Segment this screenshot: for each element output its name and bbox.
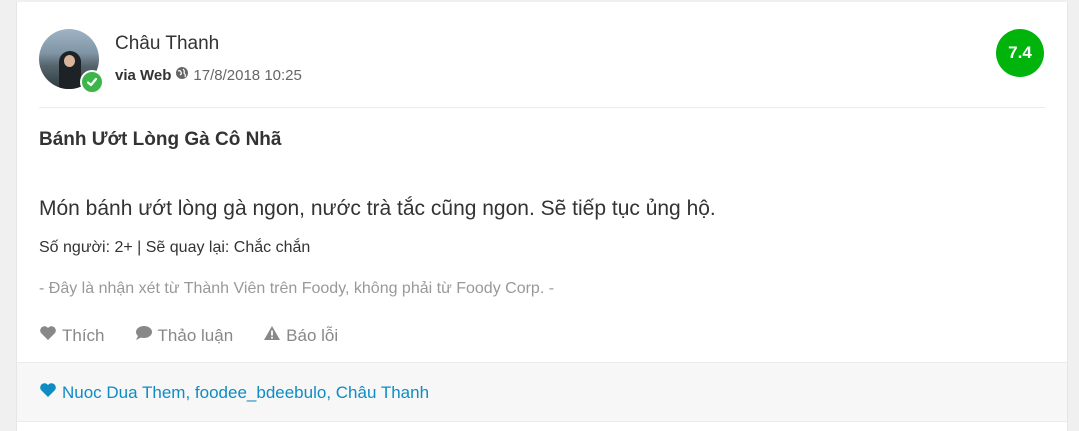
user-name[interactable]: Châu Thanh xyxy=(115,33,219,55)
discuss-label: Thảo luận xyxy=(157,325,234,345)
like-label: Thích xyxy=(62,325,105,345)
likers-list[interactable]: Nuoc Dua Them, foodee_bdeebulo, Châu Tha… xyxy=(62,383,429,403)
review-extra-info: Số người: 2+ | Sẽ quay lại: Chắc chắn xyxy=(39,239,311,256)
review-disclaimer: - Đây là nhận xét từ Thành Viên trên Foo… xyxy=(39,280,555,297)
score-badge: 7.4 xyxy=(996,29,1044,77)
discuss-button[interactable]: Thảo luận xyxy=(135,325,234,346)
comment-icon xyxy=(135,325,153,346)
review-header: Châu Thanh via Web 17/8/2018 10:25 7.4 xyxy=(39,29,1045,108)
report-button[interactable]: Báo lỗi xyxy=(263,325,338,346)
verified-check-icon xyxy=(80,70,104,94)
heart-icon xyxy=(39,325,57,346)
warning-icon xyxy=(263,325,281,346)
review-body: Món bánh ướt lòng gà ngon, nước trà tắc … xyxy=(39,197,716,220)
via-label: via Web xyxy=(115,66,172,84)
report-label: Báo lỗi xyxy=(286,325,339,345)
review-meta: via Web 17/8/2018 10:25 xyxy=(115,66,302,84)
review-card: Châu Thanh via Web 17/8/2018 10:25 7.4 B… xyxy=(16,2,1068,431)
heart-icon xyxy=(39,382,57,403)
likers-row: Nuoc Dua Them, foodee_bdeebulo, Châu Tha… xyxy=(39,382,429,403)
review-actions: Thích Thảo luận Báo lỗi xyxy=(39,325,338,346)
review-title[interactable]: Bánh Ướt Lòng Gà Cô Nhã xyxy=(39,129,281,151)
avatar-face xyxy=(64,55,75,67)
review-timestamp[interactable]: 17/8/2018 10:25 xyxy=(193,67,301,84)
globe-icon xyxy=(175,66,189,84)
like-button[interactable]: Thích xyxy=(39,325,105,346)
likes-footer: Nuoc Dua Them, foodee_bdeebulo, Châu Tha… xyxy=(17,362,1067,422)
